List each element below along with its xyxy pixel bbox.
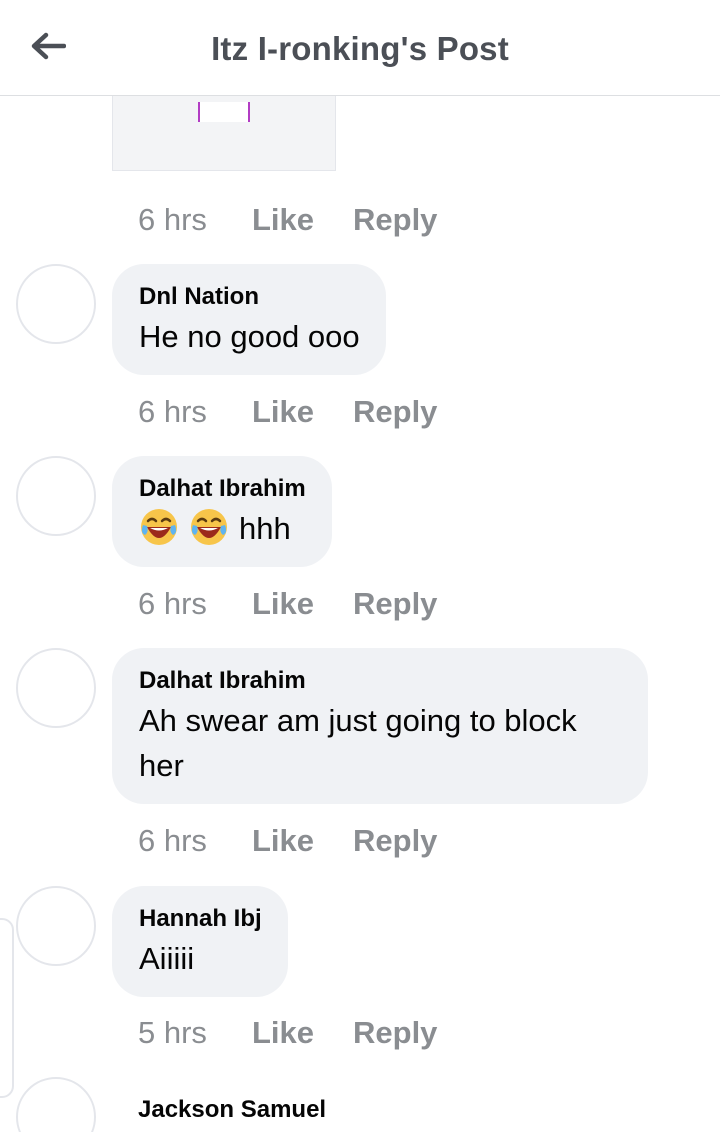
like-button[interactable]: Like	[252, 1015, 353, 1051]
face-with-tears-of-joy-icon	[191, 509, 227, 545]
comment-text-line: her	[139, 748, 184, 783]
comment-actions: 6 hrs Like Reply	[138, 390, 437, 434]
reply-button[interactable]: Reply	[353, 1015, 437, 1051]
comment-author[interactable]: Dalhat Ibrahim	[139, 474, 306, 504]
avatar[interactable]	[16, 456, 96, 536]
comment-text: He no good ooo	[139, 319, 360, 354]
avatar[interactable]	[16, 1077, 96, 1132]
comment-time: 5 hrs	[138, 1015, 207, 1050]
comment-actions: 6 hrs Like Reply	[138, 198, 437, 242]
face-with-tears-of-joy-icon	[141, 509, 177, 545]
like-button[interactable]: Like	[252, 823, 353, 859]
comment-time: 6 hrs	[138, 394, 207, 429]
comment-bubble[interactable]: Dnl Nation He no good ooo	[112, 264, 386, 375]
reply-button[interactable]: Reply	[353, 202, 437, 238]
avatar[interactable]	[16, 648, 96, 728]
comment-text: Aiiiii	[139, 941, 195, 976]
comment-author[interactable]: Dnl Nation	[139, 282, 360, 312]
avatar[interactable]	[16, 264, 96, 344]
comment-time: 6 hrs	[138, 586, 207, 621]
side-panel-edge	[0, 918, 14, 1098]
comment-image-attachment[interactable]	[112, 96, 336, 171]
attachment-preview	[198, 102, 250, 122]
comment-author[interactable]: Dalhat Ibrahim	[139, 666, 622, 696]
like-button[interactable]: Like	[252, 586, 353, 622]
top-bar: Itz I-ronking's Post	[0, 0, 720, 96]
reply-button[interactable]: Reply	[353, 586, 437, 622]
comment-actions: 6 hrs Like Reply	[138, 819, 437, 863]
comment-text-content: hhh	[239, 511, 291, 546]
comment-author[interactable]: Jackson Samuel	[138, 1095, 326, 1125]
comment-text: Ah swear am just going to block her	[139, 698, 622, 788]
reply-button[interactable]: Reply	[353, 823, 437, 859]
reply-button[interactable]: Reply	[353, 394, 437, 430]
avatar[interactable]	[16, 886, 96, 966]
comment-author[interactable]: Hannah Ibj	[139, 904, 262, 934]
comments-page: Itz I-ronking's Post 6 hrs Like Reply Dn…	[0, 0, 720, 1132]
comment-time: 6 hrs	[138, 823, 207, 858]
comment-bubble[interactable]: Dalhat Ibrahim hhh	[112, 456, 332, 567]
like-button[interactable]: Like	[252, 394, 353, 430]
comment-actions: 6 hrs Like Reply	[138, 582, 437, 626]
comment-text-line: Ah swear am just going to block	[139, 703, 577, 738]
comment-actions: 5 hrs Like Reply	[138, 1011, 437, 1055]
page-title: Itz I-ronking's Post	[211, 30, 509, 67]
like-button[interactable]: Like	[252, 202, 353, 238]
comment-bubble[interactable]: Dalhat Ibrahim Ah swear am just going to…	[112, 648, 648, 804]
comment-time: 6 hrs	[138, 202, 207, 237]
comment-text: hhh	[139, 506, 306, 551]
comment-bubble[interactable]: Hannah Ibj Aiiiii	[112, 886, 288, 997]
